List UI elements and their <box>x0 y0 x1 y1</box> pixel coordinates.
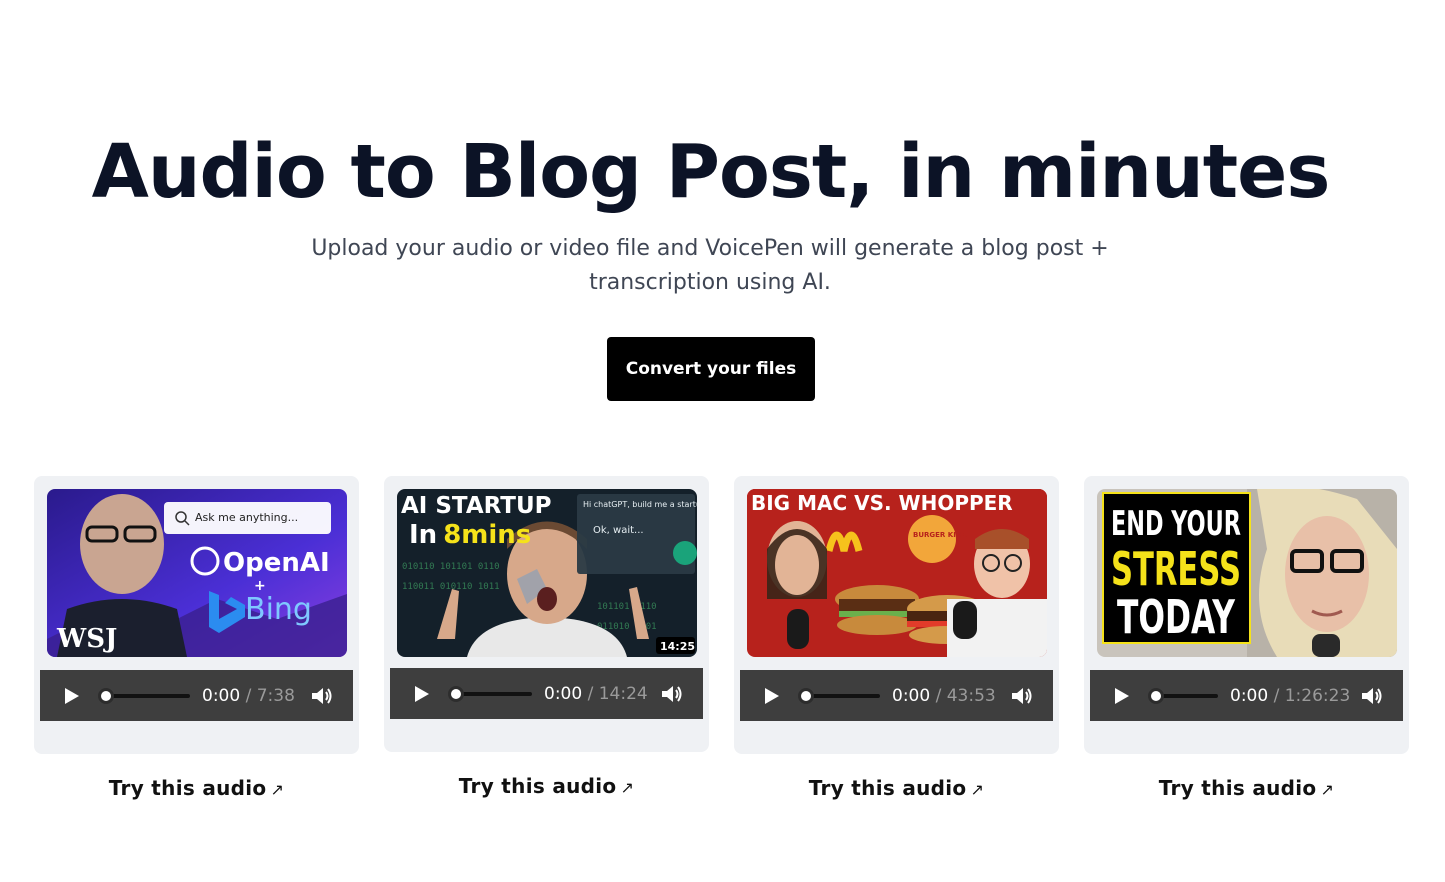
seek-knob[interactable] <box>448 685 464 702</box>
playback-time: 0:00 / 7:38 <box>202 686 295 706</box>
audio-player-3: 0:00 / 43:53 <box>740 670 1053 721</box>
seek-bar[interactable] <box>798 687 880 704</box>
thumb-chat-line-2: Ok, wait... <box>593 525 644 536</box>
audio-card-4: END YOUR STRESS TODAY 0:00 / 1:26:23 <box>1084 476 1409 754</box>
play-icon[interactable] <box>414 685 430 703</box>
video-thumbnail-4: END YOUR STRESS TODAY <box>1097 489 1397 657</box>
arrow-up-right-icon: ↗ <box>1320 780 1335 799</box>
try-audio-link-2[interactable]: Try this audio ↗ <box>384 774 709 798</box>
try-audio-label: Try this audio <box>458 774 617 798</box>
play-icon[interactable] <box>64 687 80 705</box>
thumb-brand-bing: Bing <box>245 592 312 627</box>
thumb-brand-openai: OpenAI <box>223 548 330 578</box>
play-icon[interactable] <box>1114 687 1130 705</box>
thumb-line-2: STRESS <box>1111 542 1241 596</box>
duration: 1:26:23 <box>1284 685 1351 706</box>
thumb-line-1: END YOUR <box>1111 504 1241 544</box>
current-time: 0:00 <box>892 685 931 706</box>
try-audio-label: Try this audio <box>108 776 267 800</box>
duration-badge: 14:25 <box>660 640 695 653</box>
audio-card-3: BIG MAC VS. WHOPPER BURGER KING 0:00 / 4… <box>734 476 1059 754</box>
try-audio-link-1[interactable]: Try this audio ↗ <box>34 776 359 800</box>
try-audio-link-3[interactable]: Try this audio ↗ <box>734 776 1059 800</box>
current-time: 0:00 <box>202 685 241 706</box>
volume-icon[interactable] <box>311 686 333 706</box>
arrow-up-right-icon: ↗ <box>270 780 285 799</box>
thumb-headline-2: In 8mins <box>409 520 531 550</box>
audio-player-2: 0:00 / 14:24 <box>390 668 703 719</box>
try-audio-link-4[interactable]: Try this audio ↗ <box>1084 776 1409 800</box>
thumb-headline-2c: mins <box>461 520 531 550</box>
volume-icon[interactable] <box>1011 686 1033 706</box>
volume-icon[interactable] <box>1361 686 1383 706</box>
volume-icon[interactable] <box>661 684 683 704</box>
thumb-headline-1: AI STARTUP <box>401 493 552 519</box>
wsj-logo: WSJ <box>56 624 117 654</box>
current-time: 0:00 <box>1230 685 1269 706</box>
seek-knob[interactable] <box>1148 687 1164 704</box>
audio-player-1: 0:00 / 7:38 <box>40 670 353 721</box>
burger-king-logo: BURGER KING <box>913 531 968 539</box>
duration: 43:53 <box>946 685 996 706</box>
video-thumbnail-1: Ask me anything... OpenAI + Bing WSJ <box>47 489 347 657</box>
try-audio-label: Try this audio <box>808 776 967 800</box>
video-thumbnail-2: 010110 101101 0110 110011 010110 1011 10… <box>397 489 697 657</box>
current-time: 0:00 <box>544 683 583 704</box>
svg-text:110011 010110 1011: 110011 010110 1011 <box>402 582 500 592</box>
time-separator: / <box>245 685 252 706</box>
thumb-line-3: TODAY <box>1117 590 1235 644</box>
page-subtitle: Upload your audio or video file and Voic… <box>311 236 1109 295</box>
playback-time: 0:00 / 1:26:23 <box>1230 686 1350 706</box>
convert-files-button[interactable]: Convert your files <box>607 337 815 401</box>
thumb-search-text: Ask me anything... <box>195 511 298 524</box>
seek-knob[interactable] <box>798 687 814 704</box>
try-audio-label: Try this audio <box>1158 776 1317 800</box>
arrow-up-right-icon: ↗ <box>970 780 985 799</box>
time-separator: / <box>935 685 942 706</box>
thumb-headline-2a: In <box>409 520 437 550</box>
video-thumbnail-3: BIG MAC VS. WHOPPER BURGER KING <box>747 489 1047 657</box>
arrow-up-right-icon: ↗ <box>620 778 635 797</box>
play-icon[interactable] <box>764 687 780 705</box>
audio-card-1: Ask me anything... OpenAI + Bing WSJ 0:0… <box>34 476 359 754</box>
audio-player-4: 0:00 / 1:26:23 <box>1090 670 1403 721</box>
audio-card-2: 010110 101101 0110 110011 010110 1011 10… <box>384 476 709 752</box>
duration: 14:24 <box>598 683 648 704</box>
thumb-headline-2b: 8 <box>443 520 461 550</box>
playback-time: 0:00 / 43:53 <box>892 686 996 706</box>
svg-text:010110 101101 0110: 010110 101101 0110 <box>402 562 500 572</box>
thumb-headline: BIG MAC VS. WHOPPER <box>751 491 1013 515</box>
page-title: Audio to Blog Post, in minutes <box>91 129 1331 215</box>
time-separator: / <box>587 683 594 704</box>
duration: 7:38 <box>256 685 295 706</box>
seek-bar[interactable] <box>1148 687 1218 704</box>
seek-bar[interactable] <box>448 685 532 702</box>
seek-bar[interactable] <box>98 687 190 704</box>
thumb-chat-line-1: Hi chatGPT, build me a startup <box>583 500 697 509</box>
time-separator: / <box>1273 685 1280 706</box>
seek-knob[interactable] <box>98 687 114 704</box>
playback-time: 0:00 / 14:24 <box>544 684 648 704</box>
svg-text:101101 0110: 101101 0110 <box>597 602 657 612</box>
